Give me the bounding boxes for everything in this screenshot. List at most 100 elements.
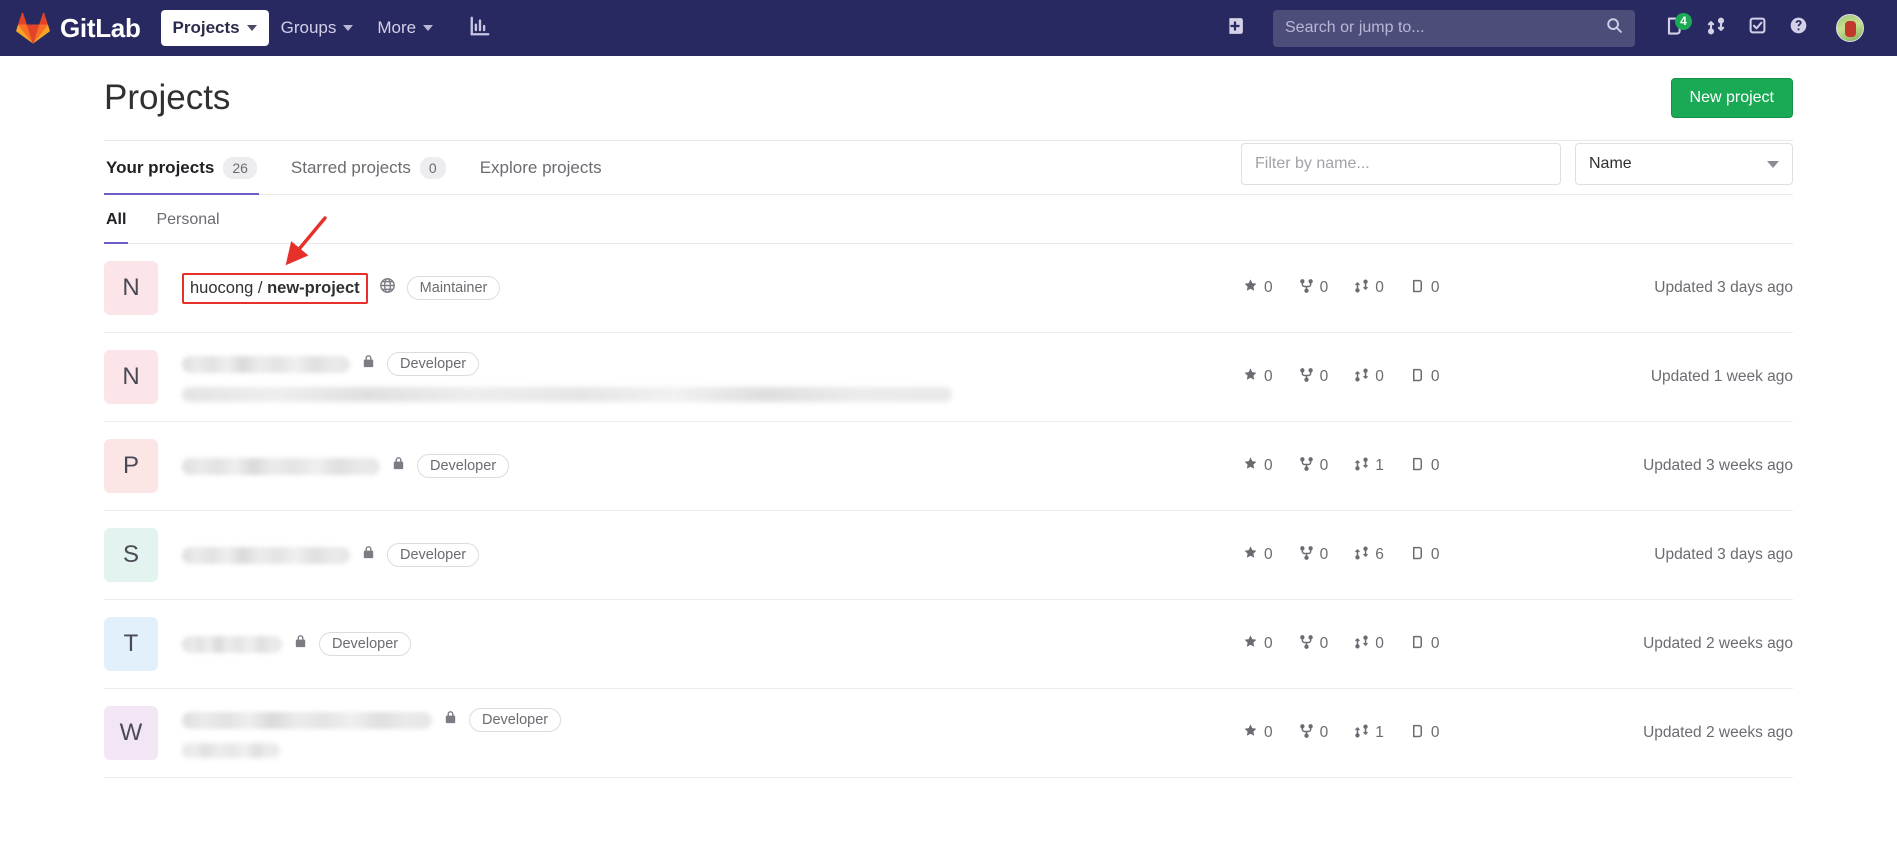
issues-button[interactable]: 4	[1655, 8, 1693, 49]
merge-requests-button[interactable]	[1697, 8, 1735, 49]
project-row[interactable]: S Developer 0 0 6 0 Updated 3 days ago	[104, 511, 1793, 601]
project-info: Developer	[182, 454, 1243, 479]
project-stars[interactable]: 0	[1243, 367, 1273, 387]
project-issues[interactable]: 0	[1410, 634, 1440, 655]
project-merge-requests[interactable]: 0	[1354, 367, 1384, 388]
project-issues[interactable]: 0	[1410, 456, 1440, 477]
project-name-redacted[interactable]	[182, 355, 350, 373]
project-issues[interactable]: 0	[1410, 278, 1440, 299]
project-info: Developer	[182, 632, 1243, 657]
tab-starred-projects-count: 0	[419, 157, 446, 180]
project-issues-count: 0	[1430, 368, 1440, 386]
issue-icon	[1410, 278, 1425, 299]
sort-by-select[interactable]: Name	[1575, 143, 1793, 186]
project-row[interactable]: Nhuocong / new-project Maintainer 0 0 0 0 Upda…	[104, 244, 1793, 334]
project-stars[interactable]: 0	[1243, 545, 1273, 565]
project-forks-count: 0	[1319, 457, 1329, 475]
subtab-all[interactable]: All	[104, 195, 129, 245]
project-issues[interactable]: 0	[1410, 723, 1440, 744]
project-stars[interactable]: 0	[1243, 634, 1273, 654]
tab-your-projects[interactable]: Your projects 26	[104, 141, 259, 196]
project-role-badge: Developer	[387, 543, 480, 568]
project-merge-requests[interactable]: 0	[1354, 278, 1384, 299]
project-subtabs: All Personal	[104, 195, 1793, 245]
project-forks[interactable]: 0	[1299, 634, 1328, 655]
project-merge-requests[interactable]: 6	[1354, 545, 1384, 566]
help-button[interactable]	[1780, 8, 1823, 48]
project-avatar: S	[104, 528, 158, 583]
project-short-name: new-project	[267, 278, 360, 297]
plus-square-icon	[1226, 17, 1244, 40]
global-search-box[interactable]	[1273, 9, 1635, 47]
project-name-redacted[interactable]	[182, 635, 282, 653]
project-row[interactable]: N Developer 0 0 0 0 Updated 1 week ago	[104, 333, 1793, 423]
project-name-redacted[interactable]	[182, 546, 350, 564]
project-row[interactable]: T Developer 0 0 0 0 Updated 2 weeks ago	[104, 600, 1793, 690]
project-forks[interactable]: 0	[1299, 456, 1329, 477]
project-merge-requests-count: 6	[1375, 546, 1384, 564]
navbar-right-group: 4	[1217, 6, 1879, 50]
todos-button[interactable]	[1739, 8, 1776, 48]
project-merge-requests-count: 0	[1375, 368, 1384, 386]
project-stars[interactable]: 0	[1243, 723, 1273, 743]
filter-by-name-input[interactable]	[1241, 143, 1561, 186]
nav-item-more[interactable]: More	[365, 10, 445, 46]
lock-icon	[391, 455, 406, 477]
create-new-button[interactable]	[1217, 9, 1259, 48]
issue-icon	[1410, 545, 1425, 566]
page-title: Projects	[104, 77, 231, 117]
project-issues-count: 0	[1430, 457, 1440, 475]
lock-icon	[293, 633, 308, 655]
project-forks[interactable]: 0	[1299, 723, 1328, 744]
fork-icon	[1299, 278, 1314, 299]
project-merge-requests[interactable]: 1	[1354, 723, 1384, 744]
lock-icon	[361, 544, 376, 566]
project-row[interactable]: W Developer 0 0 1 0 Updated 2 weeks ago	[104, 689, 1793, 779]
tab-explore-projects-label: Explore projects	[479, 158, 602, 178]
project-stars-count: 0	[1264, 724, 1273, 742]
project-avatar: W	[104, 706, 158, 761]
project-forks[interactable]: 0	[1299, 545, 1329, 566]
project-issues-count: 0	[1430, 546, 1440, 564]
project-info: huocong / new-project Maintainer	[182, 272, 1243, 304]
project-stars-count: 0	[1264, 279, 1273, 297]
nav-item-projects[interactable]: Projects	[160, 10, 269, 46]
project-avatar: P	[104, 439, 158, 494]
nav-item-groups[interactable]: Groups	[269, 10, 366, 46]
project-merge-requests[interactable]: 1	[1354, 456, 1384, 477]
project-name-redacted[interactable]	[182, 711, 432, 729]
project-role-badge: Developer	[417, 454, 510, 479]
project-stats: 0 0 1 0	[1243, 456, 1493, 477]
project-issues[interactable]: 0	[1410, 545, 1440, 566]
project-stats: 0 0 1 0	[1243, 723, 1493, 744]
project-role-badge: Developer	[469, 708, 562, 733]
project-name-redacted[interactable]	[182, 457, 380, 475]
lock-icon	[443, 709, 458, 731]
project-title-line: Developer	[182, 632, 1243, 657]
project-forks[interactable]: 0	[1299, 278, 1328, 299]
tab-starred-projects[interactable]: Starred projects 0	[289, 141, 448, 195]
project-forks[interactable]: 0	[1299, 367, 1328, 388]
project-stars[interactable]: 0	[1243, 278, 1273, 298]
gitlab-logo-icon[interactable]	[16, 12, 50, 44]
search-input[interactable]	[1285, 19, 1606, 37]
nav-item-more-label: More	[377, 18, 417, 37]
project-name-link[interactable]: huocong / new-project	[182, 272, 368, 304]
subtab-personal[interactable]: Personal	[154, 195, 221, 244]
bar-chart-icon	[469, 15, 491, 42]
top-navbar: GitLab Projects Groups More Search or ju…	[0, 0, 1897, 56]
new-project-button[interactable]: New project	[1670, 78, 1793, 118]
analytics-button[interactable]	[459, 7, 501, 50]
project-tabs-row: Your projects 26 Starred projects 0 Expl…	[104, 141, 1793, 196]
project-forks-count: 0	[1319, 546, 1329, 564]
project-title-line: huocong / new-project Maintainer	[182, 272, 1243, 304]
fork-icon	[1299, 634, 1314, 655]
project-issues[interactable]: 0	[1410, 367, 1440, 388]
project-row[interactable]: P Developer 0 0 1 0 Updated 3 weeks ago	[104, 422, 1793, 512]
project-title-line: Developer	[182, 352, 1243, 377]
tab-explore-projects[interactable]: Explore projects	[478, 141, 604, 195]
project-stars[interactable]: 0	[1243, 456, 1273, 476]
user-menu-button[interactable]	[1827, 6, 1879, 50]
project-merge-requests[interactable]: 0	[1354, 634, 1384, 655]
star-icon	[1243, 456, 1258, 476]
